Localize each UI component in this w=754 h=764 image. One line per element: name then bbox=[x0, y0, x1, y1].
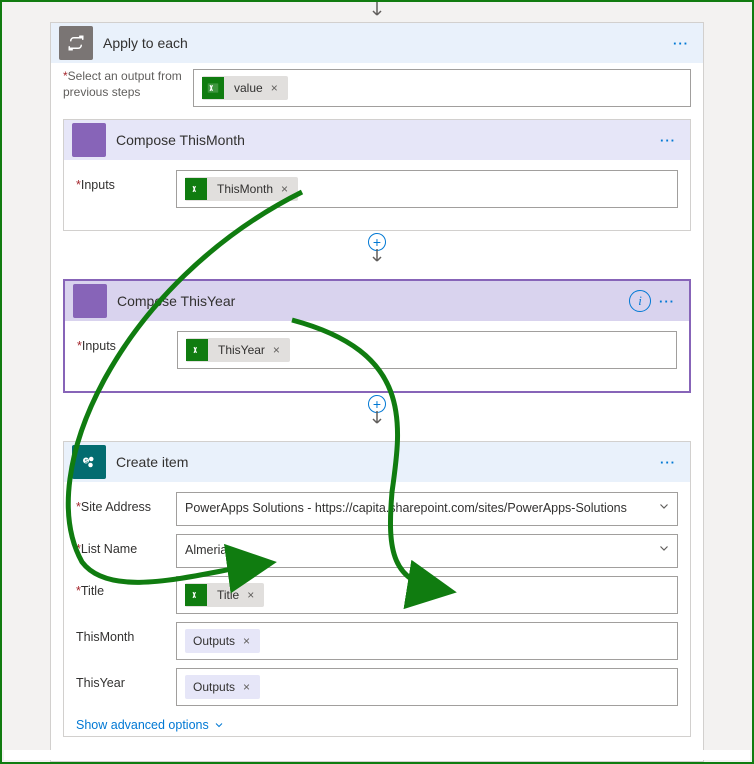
inputs-label-year: *Inputs bbox=[77, 331, 177, 369]
compose-thismonth-header[interactable]: Compose ThisMonth ··· bbox=[64, 120, 690, 160]
compose-thismonth-menu[interactable]: ··· bbox=[654, 133, 682, 148]
info-icon[interactable]: i bbox=[629, 290, 651, 312]
token-remove-icon[interactable]: × bbox=[243, 588, 258, 602]
token-remove-icon[interactable]: × bbox=[239, 634, 254, 648]
inputs-label-month: *Inputs bbox=[76, 170, 176, 208]
token-thismonth[interactable]: ThisMonth × bbox=[185, 177, 298, 201]
insert-step-1: + bbox=[63, 231, 691, 267]
chevron-down-icon[interactable] bbox=[657, 541, 671, 561]
create-item-title: Create item bbox=[116, 454, 654, 470]
arrow-entry bbox=[2, 2, 752, 22]
loop-icon bbox=[59, 26, 93, 60]
chevron-down-icon[interactable] bbox=[657, 499, 671, 519]
thisyear-label: ThisYear bbox=[76, 668, 176, 706]
select-output-label: *Select an output from previous steps bbox=[63, 69, 183, 100]
apply-to-each-body: *Select an output from previous steps va… bbox=[51, 63, 703, 753]
compose-thismonth-card: Compose ThisMonth ··· *Inputs ThisMonth bbox=[63, 119, 691, 231]
thismonth-field[interactable]: Outputs × bbox=[176, 622, 678, 660]
inputs-field-month[interactable]: ThisMonth × bbox=[176, 170, 678, 208]
list-name-label: *List Name bbox=[76, 534, 176, 568]
insert-step-2: + bbox=[63, 393, 691, 429]
compose-icon bbox=[72, 123, 106, 157]
token-value[interactable]: value × bbox=[202, 76, 288, 100]
excel-icon bbox=[186, 339, 208, 361]
compose-thisyear-title: Compose ThisYear bbox=[117, 293, 629, 309]
inputs-field-year[interactable]: ThisYear × bbox=[177, 331, 677, 369]
list-name-field[interactable]: Almeria bbox=[176, 534, 678, 568]
compose-thisyear-menu[interactable]: ··· bbox=[653, 294, 681, 309]
create-item-menu[interactable]: ··· bbox=[654, 455, 682, 470]
compose-thisyear-header[interactable]: Compose ThisYear i ··· bbox=[65, 281, 689, 321]
token-remove-icon[interactable]: × bbox=[277, 182, 292, 196]
token-thisyear[interactable]: ThisYear × bbox=[186, 338, 290, 362]
token-remove-icon[interactable]: × bbox=[269, 343, 284, 357]
arrow-down-icon bbox=[370, 411, 384, 427]
thismonth-label: ThisMonth bbox=[76, 622, 176, 660]
token-remove-icon[interactable]: × bbox=[267, 81, 282, 95]
title-label: *Title bbox=[76, 576, 176, 614]
title-field[interactable]: Title × bbox=[176, 576, 678, 614]
select-output-field[interactable]: value × bbox=[193, 69, 691, 107]
sharepoint-icon: S bbox=[72, 445, 106, 479]
apply-to-each-menu[interactable]: ··· bbox=[667, 36, 695, 51]
site-address-label: *Site Address bbox=[76, 492, 176, 526]
compose-thismonth-title: Compose ThisMonth bbox=[116, 132, 654, 148]
token-remove-icon[interactable]: × bbox=[239, 680, 254, 694]
excel-icon bbox=[185, 178, 207, 200]
excel-icon bbox=[185, 584, 207, 606]
show-advanced-link[interactable]: Show advanced options bbox=[76, 714, 225, 732]
apply-to-each-header[interactable]: Apply to each ··· bbox=[51, 23, 703, 63]
token-outputs-month[interactable]: Outputs × bbox=[185, 629, 260, 653]
thisyear-field[interactable]: Outputs × bbox=[176, 668, 678, 706]
arrow-down-icon bbox=[370, 249, 384, 265]
create-item-card: S Create item ··· *Site Address PowerApp… bbox=[63, 441, 691, 737]
token-outputs-year[interactable]: Outputs × bbox=[185, 675, 260, 699]
apply-to-each-title: Apply to each bbox=[103, 35, 667, 51]
apply-to-each-card: Apply to each ··· *Select an output from… bbox=[50, 22, 704, 762]
compose-icon bbox=[73, 284, 107, 318]
svg-text:S: S bbox=[85, 459, 89, 465]
token-title[interactable]: Title × bbox=[185, 583, 264, 607]
site-address-field[interactable]: PowerApps Solutions - https://capita.sha… bbox=[176, 492, 678, 526]
compose-thisyear-card: Compose ThisYear i ··· *Inputs ThisYear bbox=[63, 279, 691, 393]
chevron-down-icon bbox=[213, 719, 225, 731]
excel-icon bbox=[202, 77, 224, 99]
create-item-header[interactable]: S Create item ··· bbox=[64, 442, 690, 482]
